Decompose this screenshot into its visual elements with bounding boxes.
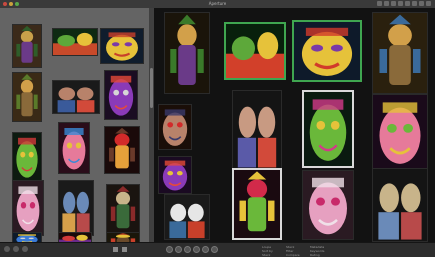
thumbnail-devil-mask-large[interactable] (158, 156, 192, 194)
tool-loupe-icon[interactable] (419, 1, 424, 6)
status-label[interactable]: Compare (286, 253, 300, 257)
tool-straighten-icon[interactable] (391, 1, 396, 6)
viewer-panel (154, 8, 435, 242)
rotate-right-icon[interactable] (122, 247, 127, 252)
thumbnail-tiki-head-red[interactable] (158, 104, 192, 150)
browser-panel (0, 8, 149, 246)
thumbnail-float-scene-wide[interactable] (224, 22, 286, 80)
next-button[interactable] (193, 246, 200, 253)
thumbnail-jester-statue-large[interactable] (164, 12, 210, 94)
status-group-2: Stack Filter Compare (286, 245, 300, 257)
tool-redeye-icon[interactable] (398, 1, 403, 6)
status-label[interactable]: Rating (310, 253, 324, 257)
thumbnail-king-statue-large[interactable] (372, 12, 428, 94)
thumbnail-mask-face-yellow[interactable] (100, 28, 144, 64)
view-buttons (4, 246, 28, 252)
tool-stamp-icon[interactable] (412, 1, 417, 6)
thumbnail-two-heads[interactable] (52, 80, 100, 114)
play-button[interactable] (184, 246, 191, 253)
status-label[interactable]: Stack (262, 253, 273, 257)
thumbnail-dragon-float[interactable] (232, 168, 282, 240)
status-group-3: Metadata Keywords Rating (310, 245, 324, 257)
tool-crop-icon[interactable] (384, 1, 389, 6)
thumbnail-sun-mask-pink[interactable] (58, 122, 90, 174)
thumbnail-horned-figure[interactable] (106, 184, 140, 234)
stop-button[interactable] (175, 246, 182, 253)
thumbnail-two-busts[interactable] (232, 90, 282, 170)
list-view-icon[interactable] (13, 246, 19, 252)
thumbnail-white-figures[interactable] (164, 194, 210, 240)
thumbnail-king-figure-gold[interactable] (12, 72, 42, 122)
navigation-controls (166, 246, 218, 253)
tool-select-icon[interactable] (377, 1, 382, 6)
thumbnail-clown-face-large[interactable] (372, 94, 428, 170)
status-group-1: Loupe Sort by Stack (262, 245, 273, 257)
filmstrip-icon[interactable] (22, 246, 28, 252)
thumbnail-pink-face-heart[interactable] (12, 180, 44, 236)
grid-view-icon[interactable] (4, 246, 10, 252)
thumbnail-devil-mask-purple[interactable] (104, 70, 138, 120)
tool-lift-icon[interactable] (405, 1, 410, 6)
status-bar: Loupe Sort by Stack Stack Filter Compare… (0, 242, 435, 257)
thumbnail-jester-figure[interactable] (12, 24, 42, 68)
scrollbar-thumb[interactable] (150, 68, 153, 108)
thumbnail-mask-face-gold[interactable] (292, 20, 362, 82)
rotate-left-icon[interactable] (113, 247, 118, 252)
thumbnail-red-dragon[interactable] (104, 126, 140, 174)
thumbnail-float-scene-green[interactable] (52, 28, 98, 56)
nav-buttons (113, 247, 127, 252)
thumbnail-pink-heart-face[interactable] (302, 170, 354, 240)
slideshow-button[interactable] (211, 246, 218, 253)
thumbnail-crowd-figures[interactable] (58, 180, 94, 236)
thumbnail-crowd-clowns[interactable] (372, 168, 428, 242)
window-title: Aperture (208, 1, 227, 6)
toolbar-tools (377, 1, 431, 7)
prev-button[interactable] (166, 246, 173, 253)
thumbnail-clown-face-green[interactable] (12, 132, 42, 182)
thumbnail-sun-mask-green[interactable] (302, 90, 354, 168)
tool-fullscreen-icon[interactable] (426, 1, 431, 6)
loop-button[interactable] (202, 246, 209, 253)
